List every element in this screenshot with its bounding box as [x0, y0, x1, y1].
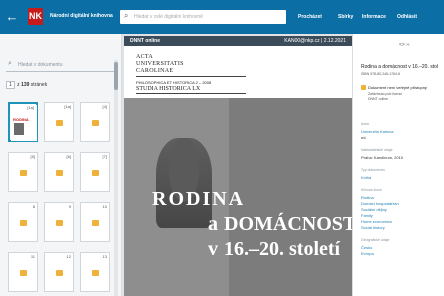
nav-logout[interactable]: Odhlásit [397, 14, 417, 20]
access-ribbon-left: DNNT online [130, 38, 160, 44]
nav-collections[interactable]: Sbírky [338, 14, 353, 20]
license-note: Zaškrtnuto pod licencí [368, 92, 403, 96]
thumbnail-number: [7] [102, 154, 107, 159]
cover-artwork: RODINA a DOMÁCNOST v 16.–20. století [124, 98, 356, 296]
title-word: a [208, 213, 218, 235]
geo-link[interactable]: Evropa [361, 251, 374, 256]
thumbnail-number: [5] [30, 154, 35, 159]
thumbnail-page[interactable]: 12 [44, 252, 74, 292]
title-word: v [208, 238, 218, 260]
divider [136, 93, 246, 94]
engraving-image [156, 138, 212, 228]
type-label: Typ dokumentu [361, 168, 385, 172]
thumbnail-page[interactable]: [4] [80, 102, 110, 142]
current-page-field[interactable]: 1 [6, 81, 15, 89]
search-icon: ⌕ [124, 11, 129, 20]
publisher-value: Praha: Karolinum, 2010 [361, 155, 404, 160]
thumbnail-page[interactable]: 8 [8, 202, 38, 242]
author-note: ed. [361, 135, 367, 140]
access-ribbon-right: KAN00@nkp.cz | 2.12.2021 [284, 38, 346, 44]
pages-total: 139 [21, 82, 30, 88]
thumbnail-number: 13 [102, 254, 107, 259]
keyword-link[interactable]: Family [361, 213, 373, 218]
thumbnail-page[interactable]: [7] [80, 152, 110, 192]
lock-icon [56, 220, 63, 226]
keyword-link[interactable]: Domácí hospodářství [361, 201, 399, 206]
pages-of-label: z [17, 82, 20, 88]
lock-icon [56, 120, 63, 126]
document-search-placeholder: Hledat v dokumentu [18, 62, 63, 68]
license-name[interactable]: DNNT online [368, 97, 388, 101]
title-word: RODINA [152, 188, 246, 210]
access-status: Dokument není veřejně přístupný [368, 85, 427, 90]
lock-icon [361, 85, 366, 90]
title-word: DOMÁCNOST [224, 213, 357, 235]
thumbnail-number: 11 [30, 254, 35, 259]
keyword-link[interactable]: Sociální dějiny [361, 207, 387, 212]
pager-controls[interactable]: <> ›› [399, 42, 410, 48]
author-label: Autor [361, 122, 370, 126]
title-word: 16.–20. století [224, 238, 341, 260]
keywords-label: Klíčová slova [361, 188, 382, 192]
brand-name[interactable]: Národní digitální knihovna [50, 13, 113, 19]
lock-icon [20, 270, 27, 276]
lock-icon [20, 220, 27, 226]
lock-icon [56, 270, 63, 276]
thumbnail-page[interactable]: RODINA [1a] [8, 102, 38, 142]
series-subtitle: PHILOSOPHICA ET HISTORICA 2 – 2008 [136, 80, 212, 85]
global-search-input[interactable] [134, 12, 282, 22]
thumbnail-number: [1a] [64, 104, 71, 109]
nk-logo[interactable]: NK [28, 8, 43, 25]
thumbnail-page[interactable]: 11 [8, 252, 38, 292]
lock-icon [56, 170, 63, 176]
nav-browse[interactable]: Procházet [298, 14, 322, 20]
search-icon: ⌕ [8, 60, 12, 67]
thumbnail-page[interactable]: 13 [80, 252, 110, 292]
author-link[interactable]: Univerzita Karlova [361, 129, 393, 134]
arrow-left-icon[interactable]: ← [4, 9, 20, 25]
isbn: ISBN 978-80-246-1764-6 [361, 72, 401, 76]
document-search[interactable]: ⌕ Hledat v dokumentu [6, 60, 114, 72]
thumbnail-number: [1a] [27, 105, 34, 110]
keyword-link[interactable]: Social history [361, 225, 385, 230]
thumbnail-page[interactable]: 9 [44, 202, 74, 242]
thumbnail-number: 12 [66, 254, 71, 259]
thumbnail-number: [4] [102, 104, 107, 109]
lock-icon [20, 170, 27, 176]
metadata-panel: <> ›› Rodina a domácnost v 16.–20. stol … [352, 34, 444, 296]
geo-link[interactable]: Česko [361, 245, 372, 250]
keyword-link[interactable]: Rodina [361, 195, 374, 200]
document-title: Rodina a domácnost v 16.–20. stol [361, 64, 438, 70]
divider [136, 76, 246, 77]
geo-label: Geografické údaje [361, 238, 390, 242]
page-image[interactable]: DNNT online KAN00@nkp.cz | 2.12.2021 ACT… [124, 36, 356, 296]
lock-icon [92, 120, 99, 126]
thumbnail-scrollbar[interactable] [114, 62, 118, 90]
thumbnail-number: 8 [32, 204, 35, 209]
thumbnail-page[interactable]: [1a] [44, 102, 74, 142]
lock-icon [92, 170, 99, 176]
publisher-label: Nakladatelské údaje [361, 148, 393, 152]
thumbnail-page[interactable]: [6] [44, 152, 74, 192]
pages-suffix: stránek [30, 82, 48, 88]
thumbnail-number: [6] [66, 154, 71, 159]
top-bar: ← NK Národní digitální knihovna ⌕ Prochá… [0, 0, 444, 34]
type-link[interactable]: Kniha [361, 175, 371, 180]
series-name: STUDIA HISTORICA LX [136, 86, 201, 92]
nav-information[interactable]: Informace [362, 14, 386, 20]
series-title: ACTA UNIVERSITATIS CAROLINAE [136, 54, 184, 74]
lock-icon [92, 270, 99, 276]
thumbnail-page[interactable]: [5] [8, 152, 38, 192]
thumbnail-number: 10 [102, 204, 107, 209]
keyword-link[interactable]: Home economics [361, 219, 392, 224]
thumbnail-page[interactable]: 10 [80, 202, 110, 242]
thumbnail-scroll-track[interactable] [114, 60, 118, 296]
cover-thumbnail: RODINA [11, 105, 37, 141]
global-search[interactable]: ⌕ [120, 10, 286, 24]
access-ribbon: DNNT online KAN00@nkp.cz | 2.12.2021 [124, 36, 352, 46]
lock-icon [92, 220, 99, 226]
thumbnail-number: 9 [68, 204, 71, 209]
page-counter: 1 z 139 stránek [6, 81, 47, 89]
